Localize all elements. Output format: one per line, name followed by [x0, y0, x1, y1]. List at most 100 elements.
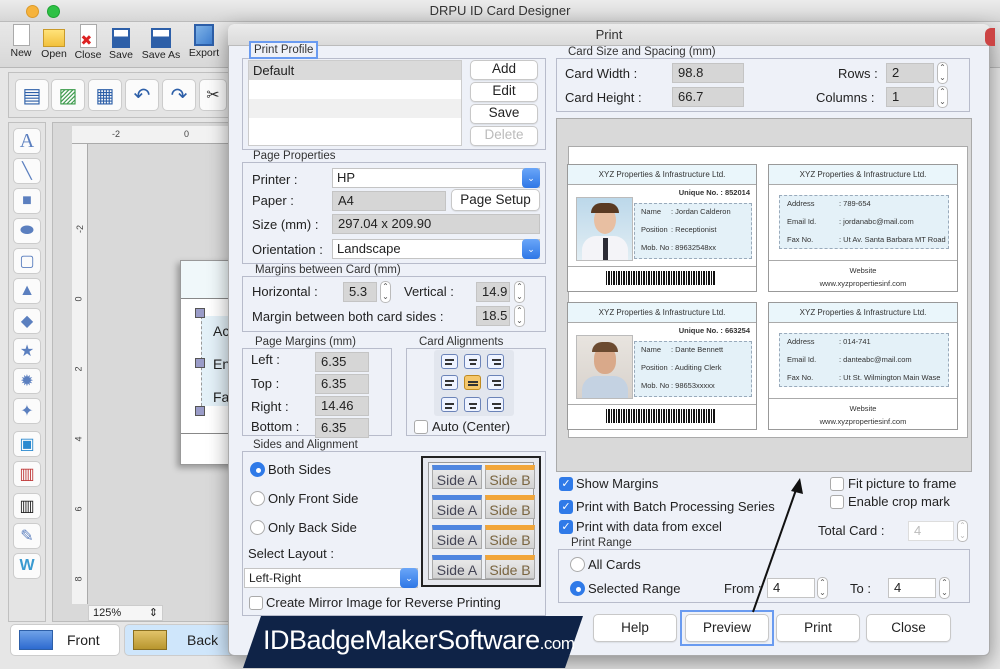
save-as-button[interactable]: Save As — [141, 24, 181, 61]
data-from-excel-checkbox[interactable]: ✓ — [559, 520, 573, 534]
align-top-right-button[interactable] — [487, 354, 504, 369]
align-bottom-right-button[interactable] — [487, 397, 504, 412]
batch-processing-checkbox[interactable]: ✓ — [559, 500, 573, 514]
vertical-field[interactable]: 14.9 — [476, 282, 510, 302]
printer-select[interactable]: HP ⌄ — [332, 168, 540, 188]
both-sides-margin-field[interactable]: 18.5 — [476, 306, 510, 326]
triangle-tool-button[interactable]: ▲ — [13, 278, 41, 304]
selected-range-radio[interactable] — [570, 581, 585, 596]
only-front-side-radio[interactable] — [250, 491, 265, 506]
rows-label: Rows : — [838, 66, 878, 81]
auto-center-checkbox[interactable] — [414, 420, 428, 434]
print-button[interactable]: Print — [776, 614, 860, 642]
only-back-side-radio[interactable] — [250, 520, 265, 535]
rounded-rectangle-tool-button[interactable]: ▢ — [13, 248, 41, 274]
back-tab[interactable]: Back — [124, 624, 244, 656]
new-button[interactable]: New — [4, 24, 38, 59]
columns-stepper[interactable]: ⌃ ⌄ — [937, 86, 948, 108]
right-margin-field[interactable]: 14.46 — [315, 396, 369, 416]
save-profile-button[interactable]: Save — [470, 104, 538, 124]
edit-profile-button[interactable]: Edit — [470, 82, 538, 102]
profile-list-item[interactable] — [249, 80, 461, 99]
rectangle-tool-button[interactable]: ■ — [13, 188, 41, 214]
align-middle-center-button[interactable] — [464, 375, 481, 390]
library-tool-button[interactable]: ▥ — [13, 461, 41, 487]
star-tool-button[interactable]: ★ — [13, 338, 41, 364]
bottom-margin-field[interactable]: 6.35 — [315, 418, 369, 438]
profile-list-item[interactable]: Default — [249, 61, 461, 80]
orientation-select[interactable]: Landscape ⌄ — [332, 239, 540, 259]
watermark-tool-button[interactable]: W — [13, 553, 41, 579]
zoom-window-button[interactable] — [47, 5, 60, 18]
minimize-window-button[interactable] — [26, 5, 39, 18]
document-properties-button[interactable]: ▤ — [15, 79, 49, 111]
resize-handle[interactable] — [195, 308, 205, 318]
profile-list-item[interactable] — [249, 99, 461, 118]
cut-button[interactable]: ✂ — [199, 79, 227, 111]
undo-button[interactable]: ↶ — [125, 79, 159, 111]
close-button[interactable]: ✖ Close — [71, 24, 105, 61]
signature-tool-button[interactable]: ✎ — [13, 523, 41, 549]
both-sides-margin-stepper[interactable]: ⌃ ⌄ — [514, 305, 525, 327]
align-top-center-button[interactable] — [464, 354, 481, 369]
layout-select[interactable]: Left-Right ⌄ — [244, 568, 418, 588]
open-button[interactable]: Open — [37, 24, 71, 60]
align-middle-right-button[interactable] — [487, 375, 504, 390]
four-point-star-tool-button[interactable]: ✦ — [13, 398, 41, 424]
horizontal-stepper[interactable]: ⌃ ⌄ — [380, 281, 391, 303]
rows-stepper[interactable]: ⌃ ⌄ — [937, 62, 948, 84]
columns-field[interactable]: 1 — [886, 87, 934, 107]
diamond-tool-button[interactable]: ◆ — [13, 308, 41, 334]
picture-tool-button[interactable]: ▣ — [13, 431, 41, 457]
vertical-stepper[interactable]: ⌃ ⌄ — [514, 281, 525, 303]
align-bottom-center-button[interactable] — [464, 397, 481, 412]
top-margin-field[interactable]: 6.35 — [315, 374, 369, 394]
data-from-excel-label: Print with data from excel — [576, 519, 722, 534]
align-middle-left-button[interactable] — [441, 375, 458, 390]
line-tool-button[interactable]: ╲ — [13, 158, 41, 184]
all-cards-radio[interactable] — [570, 557, 585, 572]
horizontal-field[interactable]: 5.3 — [343, 282, 377, 302]
front-tab[interactable]: Front — [10, 624, 120, 656]
align-bottom-left-button[interactable] — [441, 397, 458, 412]
fit-picture-checkbox[interactable] — [830, 477, 844, 491]
card-company: XYZ Properties & Infrastructure Ltd. — [568, 303, 756, 323]
export-button[interactable]: Export — [187, 24, 221, 59]
mirror-image-checkbox[interactable] — [249, 596, 263, 610]
profile-list-item[interactable] — [249, 118, 461, 137]
zoom-level-field[interactable]: 125% ⇕ — [88, 605, 163, 621]
redo-button[interactable]: ↷ — [162, 79, 196, 111]
side-a-tile: Side A — [432, 525, 482, 549]
resize-handle[interactable] — [195, 358, 205, 368]
ellipse-tool-button[interactable]: ⬬ — [13, 218, 41, 244]
align-top-left-button[interactable] — [441, 354, 458, 369]
help-button[interactable]: Help — [593, 614, 677, 642]
zoom-stepper-icon[interactable]: ⇕ — [149, 606, 158, 620]
to-field[interactable]: 4 — [888, 578, 936, 598]
left-margin-field[interactable]: 6.35 — [315, 352, 369, 372]
from-field[interactable]: 4 — [767, 578, 815, 598]
margins-between-card-title: Margins between Card (mm) — [252, 264, 404, 276]
paper-field[interactable]: A4 — [332, 191, 446, 211]
both-sides-radio[interactable] — [250, 462, 265, 477]
delete-profile-button[interactable]: Delete — [470, 126, 538, 146]
card-width-field[interactable]: 98.8 — [672, 63, 744, 83]
show-margins-checkbox[interactable]: ✓ — [559, 477, 573, 491]
add-profile-button[interactable]: Add — [470, 60, 538, 80]
export-image-button[interactable]: ▦ — [88, 79, 122, 111]
card-height-field[interactable]: 66.7 — [672, 87, 744, 107]
rows-field[interactable]: 2 — [886, 63, 934, 83]
resize-handle[interactable] — [195, 406, 205, 416]
crop-mark-checkbox[interactable] — [830, 495, 844, 509]
barcode-tool-button[interactable]: ▥ — [13, 493, 41, 519]
preview-button[interactable]: Preview — [685, 614, 769, 642]
print-profile-list[interactable]: Default — [248, 60, 462, 146]
close-button[interactable]: Close — [866, 614, 951, 642]
burst-tool-button[interactable]: ✹ — [13, 368, 41, 394]
to-stepper[interactable]: ⌃ ⌄ — [939, 577, 950, 599]
image-button[interactable]: ▨ — [51, 79, 85, 111]
save-button[interactable]: Save — [104, 24, 138, 61]
text-tool-button[interactable]: A — [13, 128, 41, 154]
page-setup-button[interactable]: Page Setup — [451, 189, 540, 211]
from-stepper[interactable]: ⌃ ⌄ — [817, 577, 828, 599]
